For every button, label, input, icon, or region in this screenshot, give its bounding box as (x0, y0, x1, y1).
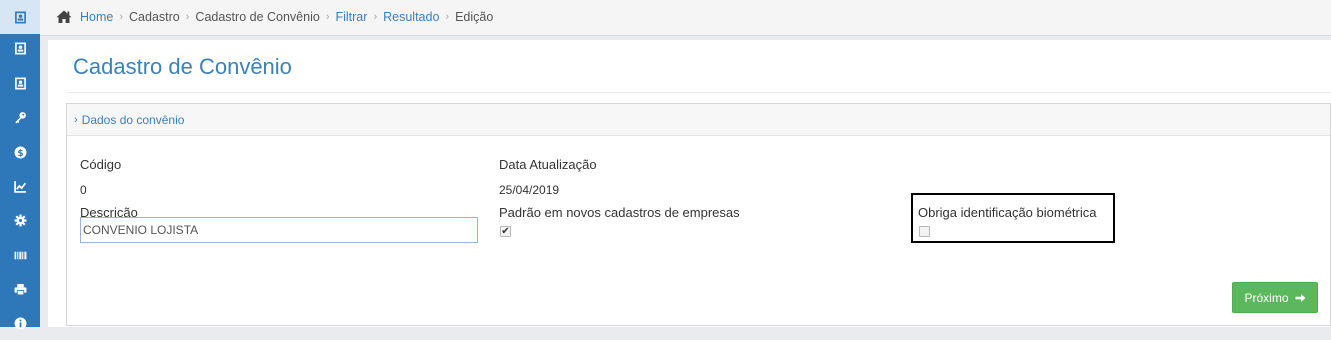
sidebar-item-print[interactable] (0, 272, 40, 306)
chevron-right-icon: › (445, 10, 450, 23)
page-title: Cadastro de Convênio (73, 54, 292, 79)
next-button-label: Próximo (1244, 290, 1289, 305)
home-icon[interactable] (56, 9, 72, 24)
breadcrumb-edicao: Edição (455, 9, 494, 24)
panel-header[interactable]: › Dados do convênio (67, 104, 1330, 136)
codigo-label: Código (80, 157, 122, 172)
panel-title: Dados do convênio (81, 112, 185, 127)
main-content: Cadastro de Convênio › Dados do convênio… (48, 40, 1331, 327)
chevron-right-icon: › (185, 10, 190, 23)
convenio-panel: › Dados do convênio Código 0 Data Atuali… (66, 103, 1331, 326)
breadcrumb-cadastro: Cadastro (129, 9, 180, 24)
highlight-box (911, 193, 1115, 243)
svg-text:$: $ (17, 148, 23, 158)
padrao-checkbox[interactable]: ✔ (500, 226, 511, 237)
breadcrumb-resultado-link[interactable]: Resultado (383, 10, 439, 24)
sidebar-item-contact-card-2[interactable] (0, 31, 40, 65)
sidebar-item-key[interactable] (0, 100, 40, 134)
sidebar-item-settings[interactable] (0, 203, 40, 237)
data-atualizacao-label: Data Atualização (499, 157, 597, 172)
breadcrumb-cadastro-convenio: Cadastro de Convênio (195, 9, 320, 24)
sidebar-item-dollar[interactable]: $ (0, 135, 40, 169)
data-atualizacao-value: 25/04/2019 (499, 183, 560, 197)
codigo-value: 0 (80, 183, 87, 197)
chevron-right-icon: › (373, 10, 378, 23)
contact-card-icon (14, 11, 26, 23)
printer-icon (14, 283, 26, 295)
next-button[interactable]: Próximo (1232, 282, 1318, 313)
line-chart-icon (13, 180, 26, 193)
chevron-right-icon: › (119, 10, 124, 23)
contact-card-icon (14, 77, 26, 89)
dollar-icon: $ (14, 146, 26, 158)
title-divider (66, 92, 1331, 93)
breadcrumb-home-link[interactable]: Home (80, 10, 113, 24)
info-icon (14, 317, 26, 329)
sidebar-item-contact-card-3[interactable] (0, 66, 40, 100)
breadcrumb-filtrar-link[interactable]: Filtrar (335, 10, 367, 24)
sidebar-item-info[interactable] (0, 306, 40, 340)
barcode-icon (14, 251, 26, 259)
checkmark-icon: ✔ (501, 225, 510, 237)
contact-card-icon (14, 42, 26, 54)
top-bar: Home › Cadastro › Cadastro de Convênio ›… (40, 0, 1331, 36)
sidebar-item-chart[interactable] (0, 169, 40, 203)
sidebar: $ (0, 0, 40, 329)
chevron-right-icon: › (325, 10, 330, 23)
sidebar-item-contact-card-active[interactable] (0, 0, 40, 34)
gear-icon (14, 214, 26, 226)
breadcrumb: Home › Cadastro › Cadastro de Convênio ›… (56, 9, 493, 24)
chevron-right-icon: › (74, 113, 78, 126)
descricao-input[interactable]: CONVENIO LOJISTA (80, 217, 478, 243)
padrao-label: Padrão em novos cadastros de empresas (499, 205, 740, 220)
sidebar-item-barcode[interactable] (0, 238, 40, 272)
arrow-right-icon (1295, 293, 1305, 302)
key-icon (14, 111, 26, 123)
